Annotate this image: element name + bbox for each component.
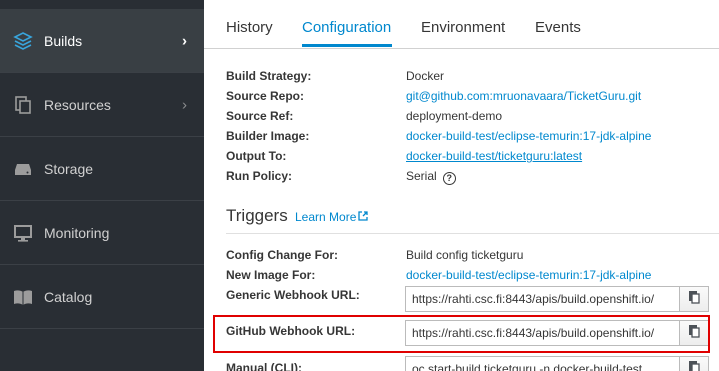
book-icon (12, 286, 34, 308)
manual-cli-label: Manual (CLI): (226, 361, 302, 371)
sidebar-item-storage[interactable]: Storage (0, 137, 204, 201)
sidebar: Builds › Resources › Storage Monitoring … (0, 0, 204, 371)
app-root: Builds › Resources › Storage Monitoring … (0, 0, 719, 371)
layers-icon (12, 30, 34, 52)
manual-cli-group: oc start-build ticketguru -n docker-buil… (405, 356, 711, 371)
copy-generic-webhook-button[interactable] (679, 286, 709, 312)
build-strategy-label: Build Strategy: (226, 69, 312, 83)
sidebar-item-label: Builds (44, 32, 83, 49)
config-change-value: Build config ticketguru (406, 248, 524, 262)
help-icon[interactable]: ? (442, 172, 456, 185)
tab-events[interactable]: Events (535, 19, 581, 36)
source-ref-label: Source Ref: (226, 109, 294, 123)
chevron-right-icon: › (182, 96, 187, 113)
desktop-icon (12, 222, 34, 244)
output-to-link[interactable]: docker-build-test/ticketguru:latest (406, 148, 582, 164)
run-policy-value: Serial (406, 169, 437, 183)
copy-docs-icon (12, 94, 34, 116)
source-ref-value: deployment-demo (406, 109, 503, 123)
run-policy-value-wrap: Serial? (406, 168, 456, 185)
sidebar-item-resources[interactable]: Resources › (0, 73, 204, 137)
tab-environment[interactable]: Environment (421, 19, 505, 36)
source-repo-label: Source Repo: (226, 89, 305, 103)
sidebar-item-label: Monitoring (44, 224, 110, 241)
clipboard-icon (688, 290, 700, 309)
hdd-icon (12, 158, 34, 180)
chevron-right-icon: › (182, 32, 187, 49)
sidebar-item-label: Resources (44, 96, 111, 113)
build-strategy-value: Docker (406, 69, 445, 83)
generic-webhook-url-field[interactable]: https://rahti.csc.fi:8443/apis/build.ope… (405, 286, 680, 312)
builder-image-link[interactable]: docker-build-test/eclipse-temurin:17-jdk… (406, 128, 651, 144)
sidebar-item-label: Storage (44, 160, 94, 177)
generic-webhook-label: Generic Webhook URL: (226, 288, 360, 302)
config-change-label: Config Change For: (226, 248, 338, 262)
source-repo-link[interactable]: git@github.com:mruonavaara/TicketGuru.gi… (406, 88, 641, 104)
annotation-highlight-box (213, 315, 710, 353)
learn-more-label: Learn More (295, 210, 357, 224)
new-image-label: New Image For: (226, 268, 316, 282)
tab-history[interactable]: History (226, 19, 273, 36)
tab-configuration[interactable]: Configuration (302, 19, 391, 36)
sidebar-item-builds[interactable]: Builds › (0, 9, 204, 73)
clipboard-icon (688, 360, 700, 371)
new-image-link[interactable]: docker-build-test/eclipse-temurin:17-jdk… (406, 267, 651, 283)
builder-image-label: Builder Image: (226, 129, 310, 143)
output-to-label: Output To: (226, 149, 287, 163)
learn-more-link[interactable]: Learn More (295, 210, 369, 224)
sidebar-item-monitoring[interactable]: Monitoring (0, 201, 204, 265)
generic-webhook-group: https://rahti.csc.fi:8443/apis/build.ope… (405, 286, 711, 312)
triggers-heading: Triggers (226, 206, 288, 225)
copy-manual-cli-button[interactable] (679, 356, 709, 371)
sidebar-item-label: Catalog (44, 288, 93, 305)
external-link-icon (358, 211, 369, 224)
section-divider (226, 233, 719, 234)
active-tab-indicator (302, 44, 392, 47)
sidebar-item-catalog[interactable]: Catalog (0, 265, 204, 329)
tab-bar: History Configuration Environment Events (204, 0, 719, 49)
manual-cli-command-field[interactable]: oc start-build ticketguru -n docker-buil… (405, 356, 680, 371)
run-policy-label: Run Policy: (226, 169, 293, 183)
